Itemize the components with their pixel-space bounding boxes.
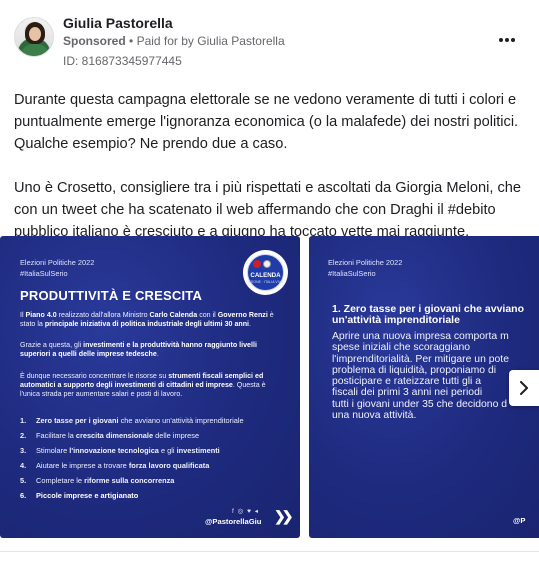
more-options-button[interactable]: [496, 30, 518, 50]
image-carousel[interactable]: Elezioni Politiche 2022 #ItaliaSulSerio …: [0, 236, 539, 538]
slide-handle: @PastorellaGiu: [205, 517, 262, 526]
page-name-link[interactable]: Giulia Pastorella: [63, 15, 173, 31]
ad-post-card: Giulia Pastorella Sponsored • Paid for b…: [0, 0, 539, 561]
text-bold: Zero tasse per i giovani: [36, 416, 119, 425]
post-paragraph-1: Durante questa campagna elettorale se ne…: [14, 92, 519, 152]
slide-header-hashtag: #ItaliaSulSerio: [20, 269, 68, 278]
slide-body-line: l'imprenditorialità. Per mitigare un pot…: [332, 353, 509, 365]
text: che avviano un'attività imprenditoriale: [118, 416, 244, 425]
slide-header-hashtag: #ItaliaSulSerio: [328, 269, 376, 278]
text: e gli: [158, 446, 177, 455]
text: .: [249, 320, 252, 328]
list-item: 1. Zero tasse per i giovani che avviano u…: [20, 416, 280, 426]
slide-title-line: un'attività imprenditoriale: [332, 314, 460, 326]
slide-body-line: tutti i giovani under 35 che decidono d: [332, 398, 508, 410]
slide-handle: @P: [513, 516, 526, 525]
list-number: 5.: [20, 476, 27, 485]
ad-id: ID: 816873345977445: [63, 54, 182, 68]
more-options-icon-dot: [505, 38, 509, 42]
text: Completare le: [36, 476, 85, 485]
slide-priority-list: 1. Zero tasse per i giovani che avviano u…: [20, 416, 280, 506]
slide-header: Elezioni Politiche 2022 #ItaliaSulSerio: [20, 257, 94, 279]
list-number: 3.: [20, 446, 27, 455]
list-item: 4. Aiutare le imprese a trovare forza lav…: [20, 461, 280, 471]
slide-header: Elezioni Politiche 2022 #ItaliaSulSerio: [328, 257, 402, 279]
text: È dunque necessario concentrare le risor…: [20, 372, 169, 380]
party-logo-mark-white: [263, 260, 271, 268]
list-item: 2. Facilitare la crescita dimensionale de…: [20, 431, 280, 441]
text-bold: investimenti: [176, 446, 220, 455]
party-logo: CALENDA AZIONE · ITALIA VIVA: [243, 250, 288, 295]
slide-header-election: Elezioni Politiche 2022: [328, 258, 403, 267]
chevron-right-icon: [520, 381, 528, 395]
text-bold: Governo Renzi: [217, 311, 268, 319]
slide-chevron-icon: ❯❯: [274, 508, 294, 524]
party-logo-sub: AZIONE · ITALIA VIVA: [247, 280, 284, 284]
slide-body-line: problema di liquidità, proponiamo di: [332, 364, 497, 376]
sponsored-label: Sponsored: [63, 34, 126, 48]
text: Grazie a questa, gli: [20, 341, 84, 349]
slide-body-line: spese iniziali che scoraggiano: [332, 342, 471, 354]
text: Aiutare le imprese a trovare: [36, 461, 129, 470]
text: .: [156, 350, 159, 358]
carousel-next-button[interactable]: [509, 370, 539, 406]
sponsored-meta: Sponsored • Paid for by Giulia Pastorell…: [63, 34, 285, 48]
more-options-icon: [499, 38, 503, 42]
party-logo-mark-red: [253, 260, 261, 268]
party-logo-label: CALENDA: [250, 272, 281, 279]
slide-paragraph-2: Grazie a questa, gli investimenti e la p…: [20, 341, 282, 359]
card-divider: [0, 551, 539, 552]
list-item: 6. Piccole imprese e artigianato: [20, 491, 280, 501]
slide-body-line: una nuova attività.: [332, 410, 417, 422]
text-bold: principale iniziativa di politica indust…: [44, 320, 250, 328]
text: Facilitare la: [36, 431, 76, 440]
list-number: 6.: [20, 491, 27, 500]
profile-avatar[interactable]: [14, 17, 54, 57]
paid-for-label: Paid for by Giulia Pastorella: [136, 34, 285, 48]
list-item: 3. Stimolare l'innovazione tecnologica e …: [20, 446, 280, 456]
avatar-shirt: [21, 44, 49, 56]
list-number: 2.: [20, 431, 27, 440]
social-icons: f ◎ ♥ ◂: [232, 508, 260, 515]
avatar-face: [29, 27, 41, 41]
slide-body-line: fiscali dei primi 3 anni nei periodi: [332, 387, 483, 399]
text-bold: forza lavoro qualificata: [128, 461, 210, 470]
list-item: 5. Completare le riforme sulla concorrenz…: [20, 476, 280, 486]
text-bold: crescita dimensionale: [75, 431, 154, 440]
list-number: 4.: [20, 461, 27, 470]
slide-header-election: Elezioni Politiche 2022: [20, 258, 95, 267]
meta-separator: •: [129, 34, 134, 48]
slide-title: 1. Zero tasse per i giovani che avviano …: [332, 304, 539, 326]
text-bold: riforme sulla concorrenza: [84, 476, 175, 485]
slide-body-line: Aprire una nuova impresa comporta m: [332, 331, 509, 342]
carousel-slide-2[interactable]: Elezioni Politiche 2022 #ItaliaSulSerio …: [309, 236, 539, 538]
text-bold: Carlo Calenda: [149, 311, 198, 319]
text-bold: l'innovazione tecnologica: [69, 446, 159, 455]
more-options-icon-dot: [511, 38, 515, 42]
slide-body: Aprire una nuova impresa comporta m spes…: [332, 331, 539, 421]
text: realizzato dall'allora Ministro: [56, 311, 150, 319]
text: Stimolare: [36, 446, 70, 455]
slide-body-line: posticipare e rateizzare tutti gli a: [332, 376, 482, 388]
list-number: 1.: [20, 416, 27, 425]
text-bold: Piccole imprese e artigianato: [36, 491, 139, 500]
text-bold: Piano 4.0: [25, 311, 57, 319]
carousel-slide-1[interactable]: Elezioni Politiche 2022 #ItaliaSulSerio …: [0, 236, 300, 538]
slide-paragraph-3: È dunque necessario concentrare le risor…: [20, 372, 282, 399]
slide-title: PRODUTTIVITÀ E CRESCITA: [20, 288, 203, 303]
text: con il: [197, 311, 218, 319]
text: delle imprese: [153, 431, 200, 440]
slide-paragraph-1: Il Piano 4.0 realizzato dall'allora Mini…: [20, 311, 282, 329]
